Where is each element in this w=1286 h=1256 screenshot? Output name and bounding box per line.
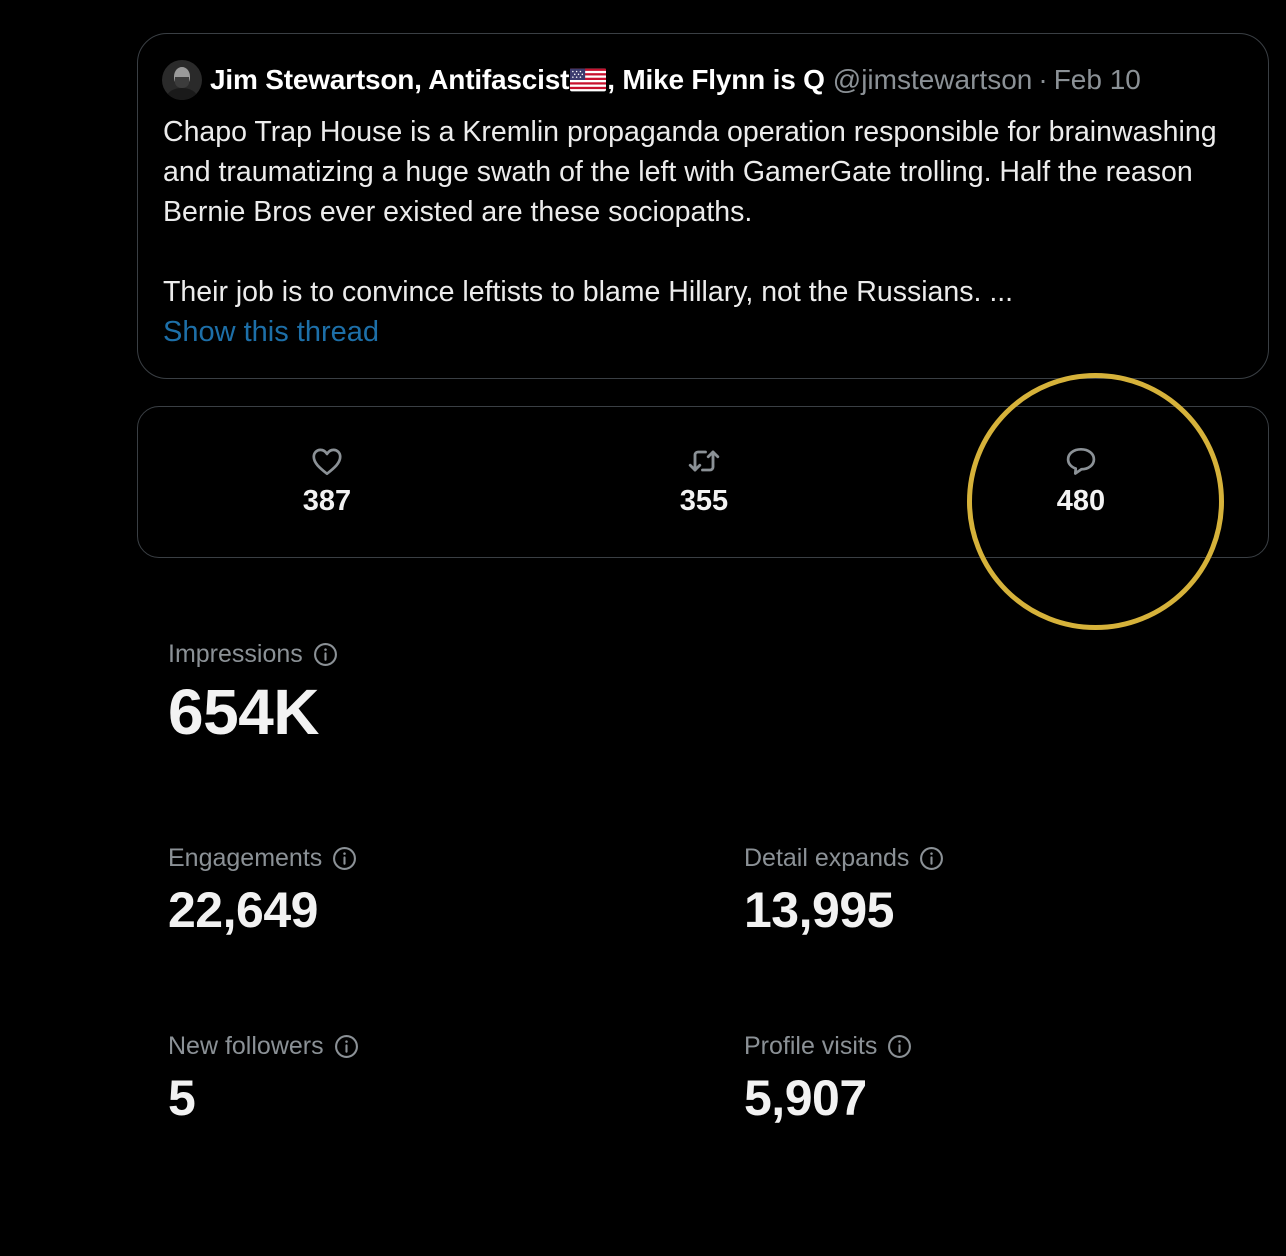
info-icon[interactable] [313, 642, 338, 667]
reply-count: 480 [1056, 485, 1106, 517]
engagement-actions-bar: 387 355 480 [137, 406, 1269, 558]
profile-visits-value: 5,907 [744, 1070, 867, 1126]
tweet-body: Chapo Trap House is a Kremlin propaganda… [163, 112, 1253, 312]
reply-button[interactable]: 480 [1001, 443, 1161, 518]
engagements-label: Engagements [168, 844, 323, 872]
profile-visits-label: Profile visits [744, 1032, 878, 1060]
profile-visits-metric: Profile visits 5,907 [744, 1032, 912, 1127]
engagements-metric: Engagements 22,649 [168, 844, 357, 939]
reply-bubble-icon [1066, 447, 1096, 475]
like-button[interactable]: 387 [247, 443, 407, 518]
tweet-paragraph: Their job is to convince leftists to bla… [163, 276, 1014, 308]
impressions-label: Impressions [168, 640, 303, 668]
impressions-value: 654K [168, 676, 319, 748]
quoted-tweet-card[interactable]: Jim Stewartson, Antifascist , Mike Flynn… [137, 33, 1269, 379]
info-icon[interactable] [887, 1034, 912, 1059]
tweet-paragraph: Chapo Trap House is a Kremlin propaganda… [163, 116, 1217, 228]
like-count: 387 [302, 485, 352, 517]
info-icon[interactable] [332, 846, 357, 871]
retweet-button[interactable]: 355 [624, 443, 784, 518]
detail-expands-metric: Detail expands 13,995 [744, 844, 944, 939]
new-followers-label: New followers [168, 1032, 324, 1060]
separator-dot: · [1038, 64, 1048, 95]
retweet-count: 355 [679, 485, 729, 517]
us-flag-icon [570, 68, 607, 92]
new-followers-value: 5 [168, 1070, 196, 1126]
detail-expands-value: 13,995 [744, 882, 894, 938]
info-icon[interactable] [334, 1034, 359, 1059]
post-date[interactable]: Feb 10 [1054, 64, 1141, 96]
engagements-value: 22,649 [168, 882, 318, 938]
retweet-icon [688, 450, 720, 472]
author-handle[interactable]: @jimstewartson [833, 64, 1033, 96]
show-thread-link[interactable]: Show this thread [163, 316, 379, 349]
new-followers-metric: New followers 5 [168, 1032, 359, 1127]
impressions-metric: Impressions 654K [168, 640, 338, 749]
info-icon[interactable] [919, 846, 944, 871]
author-name[interactable]: Jim Stewartson, Antifascist , Mike Flynn… [210, 64, 825, 96]
detail-expands-label: Detail expands [744, 844, 910, 872]
heart-icon [312, 448, 342, 476]
author-avatar[interactable] [162, 60, 202, 100]
tweet-author-row: Jim Stewartson, Antifascist , Mike Flynn… [162, 60, 1141, 100]
